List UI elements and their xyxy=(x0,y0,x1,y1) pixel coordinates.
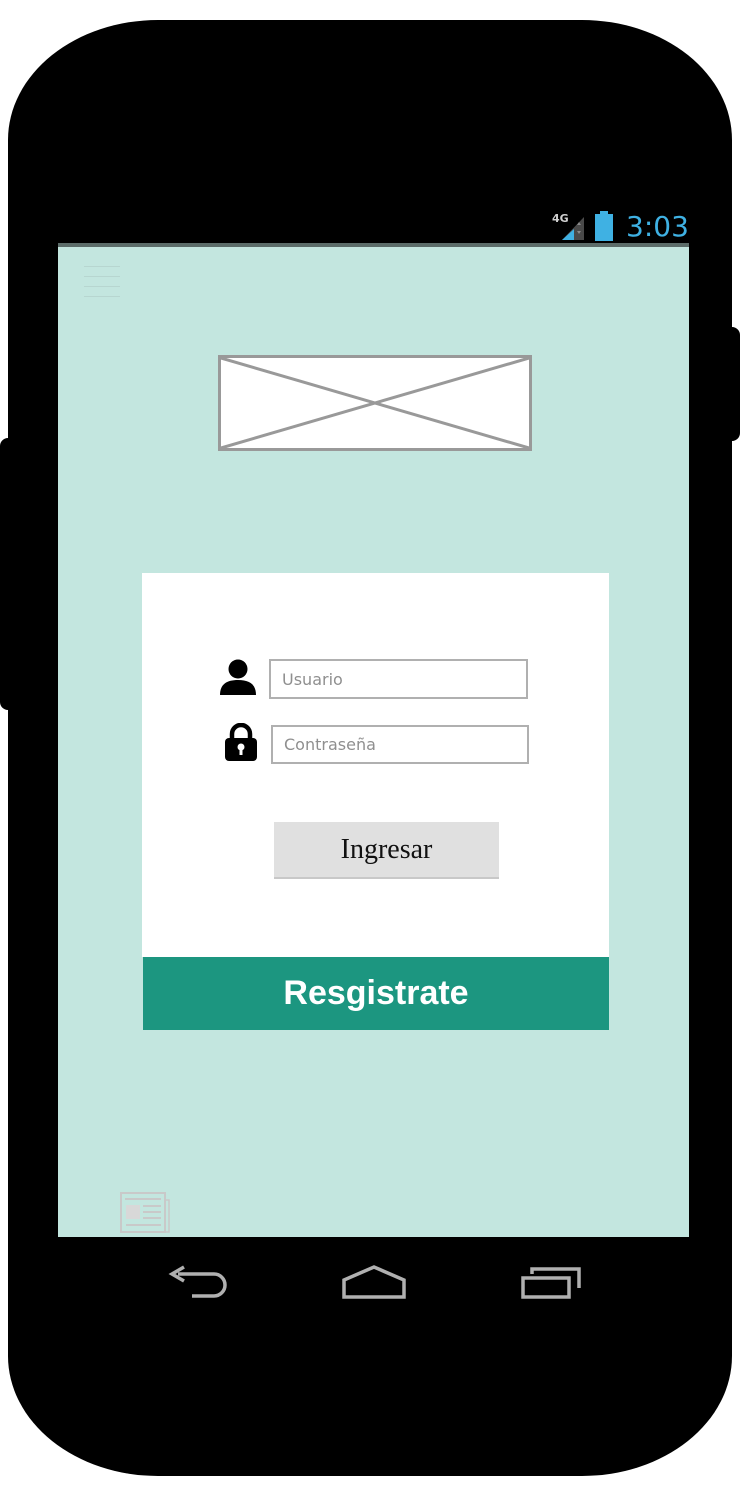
user-icon xyxy=(220,659,256,695)
username-input[interactable]: Usuario xyxy=(269,659,528,699)
back-icon[interactable] xyxy=(166,1264,230,1302)
news-icon[interactable] xyxy=(120,1192,170,1234)
hamburger-menu-icon[interactable] xyxy=(84,266,120,300)
logo-image-placeholder xyxy=(218,355,532,451)
username-placeholder: Usuario xyxy=(282,669,343,689)
battery-icon xyxy=(595,211,613,241)
password-input[interactable]: Contraseña xyxy=(271,725,529,764)
password-placeholder: Contraseña xyxy=(284,735,376,754)
login-button[interactable]: Ingresar xyxy=(274,822,499,879)
clock: 3:03 xyxy=(626,209,689,243)
lock-icon xyxy=(225,723,257,761)
login-card xyxy=(142,573,609,957)
signal-4g-icon: 4G xyxy=(552,212,584,240)
status-bar: 4G 3:03 xyxy=(552,209,689,243)
power-button xyxy=(726,327,740,441)
network-type-label: 4G xyxy=(552,212,569,225)
home-icon[interactable] xyxy=(340,1263,408,1301)
recent-apps-icon[interactable] xyxy=(520,1266,584,1300)
volume-button xyxy=(0,438,14,710)
register-button[interactable]: Resgistrate xyxy=(143,957,609,1030)
